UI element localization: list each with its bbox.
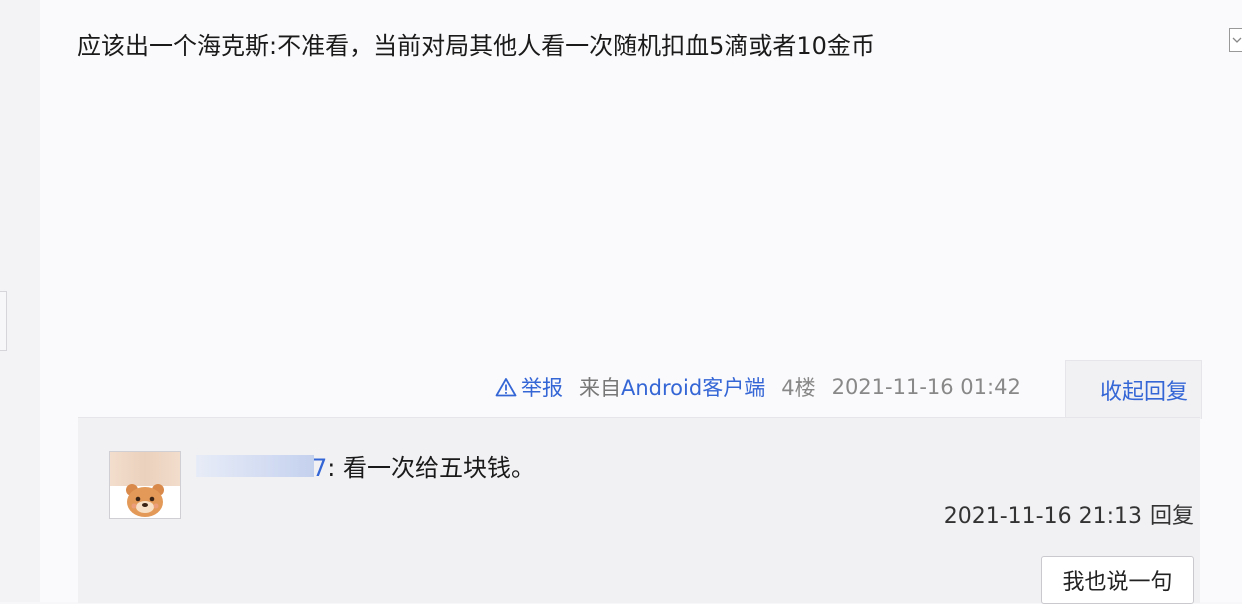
side-tab-handle[interactable]: [0, 291, 7, 351]
warning-triangle-icon: [495, 378, 517, 397]
bear-avatar-icon: [126, 484, 164, 517]
avatar[interactable]: [109, 451, 181, 519]
reply-link[interactable]: 回复: [1150, 504, 1194, 529]
post-timestamp: 2021-11-16 01:42: [831, 375, 1021, 399]
source-prefix: 来自: [579, 376, 621, 400]
report-link[interactable]: 举报: [495, 372, 563, 402]
floor-number: 4楼: [781, 376, 816, 400]
reply-meta: 2021-11-16 21:13 回复: [944, 498, 1194, 530]
reply-content-line: 7: 看一次给五块钱。: [312, 452, 535, 484]
post-source: 来自Android客户端: [579, 372, 765, 402]
reply-panel: 7: 看一次给五块钱。 2021-11-16 21:13 回复 我也说一句: [78, 417, 1200, 604]
chevron-down-icon[interactable]: [1229, 28, 1242, 52]
reply-separator: :: [327, 454, 343, 482]
say-something-button[interactable]: 我也说一句: [1041, 556, 1194, 604]
collapse-replies-link[interactable]: 收起回复: [1100, 374, 1188, 406]
username-tail[interactable]: 7: [312, 454, 327, 482]
source-client-link[interactable]: Android客户端: [621, 376, 765, 400]
username-blurred[interactable]: [196, 455, 314, 477]
report-label: 举报: [521, 376, 563, 400]
post-content: 应该出一个海克斯:不准看，当前对局其他人看一次随机扣血5滴或者10金币: [77, 32, 875, 60]
reply-content: 看一次给五块钱。: [343, 454, 535, 482]
reply-timestamp: 2021-11-16 21:13: [943, 504, 1142, 529]
post-meta: 举报 来自Android客户端 4楼 2021-11-16 01:42: [495, 372, 1021, 402]
